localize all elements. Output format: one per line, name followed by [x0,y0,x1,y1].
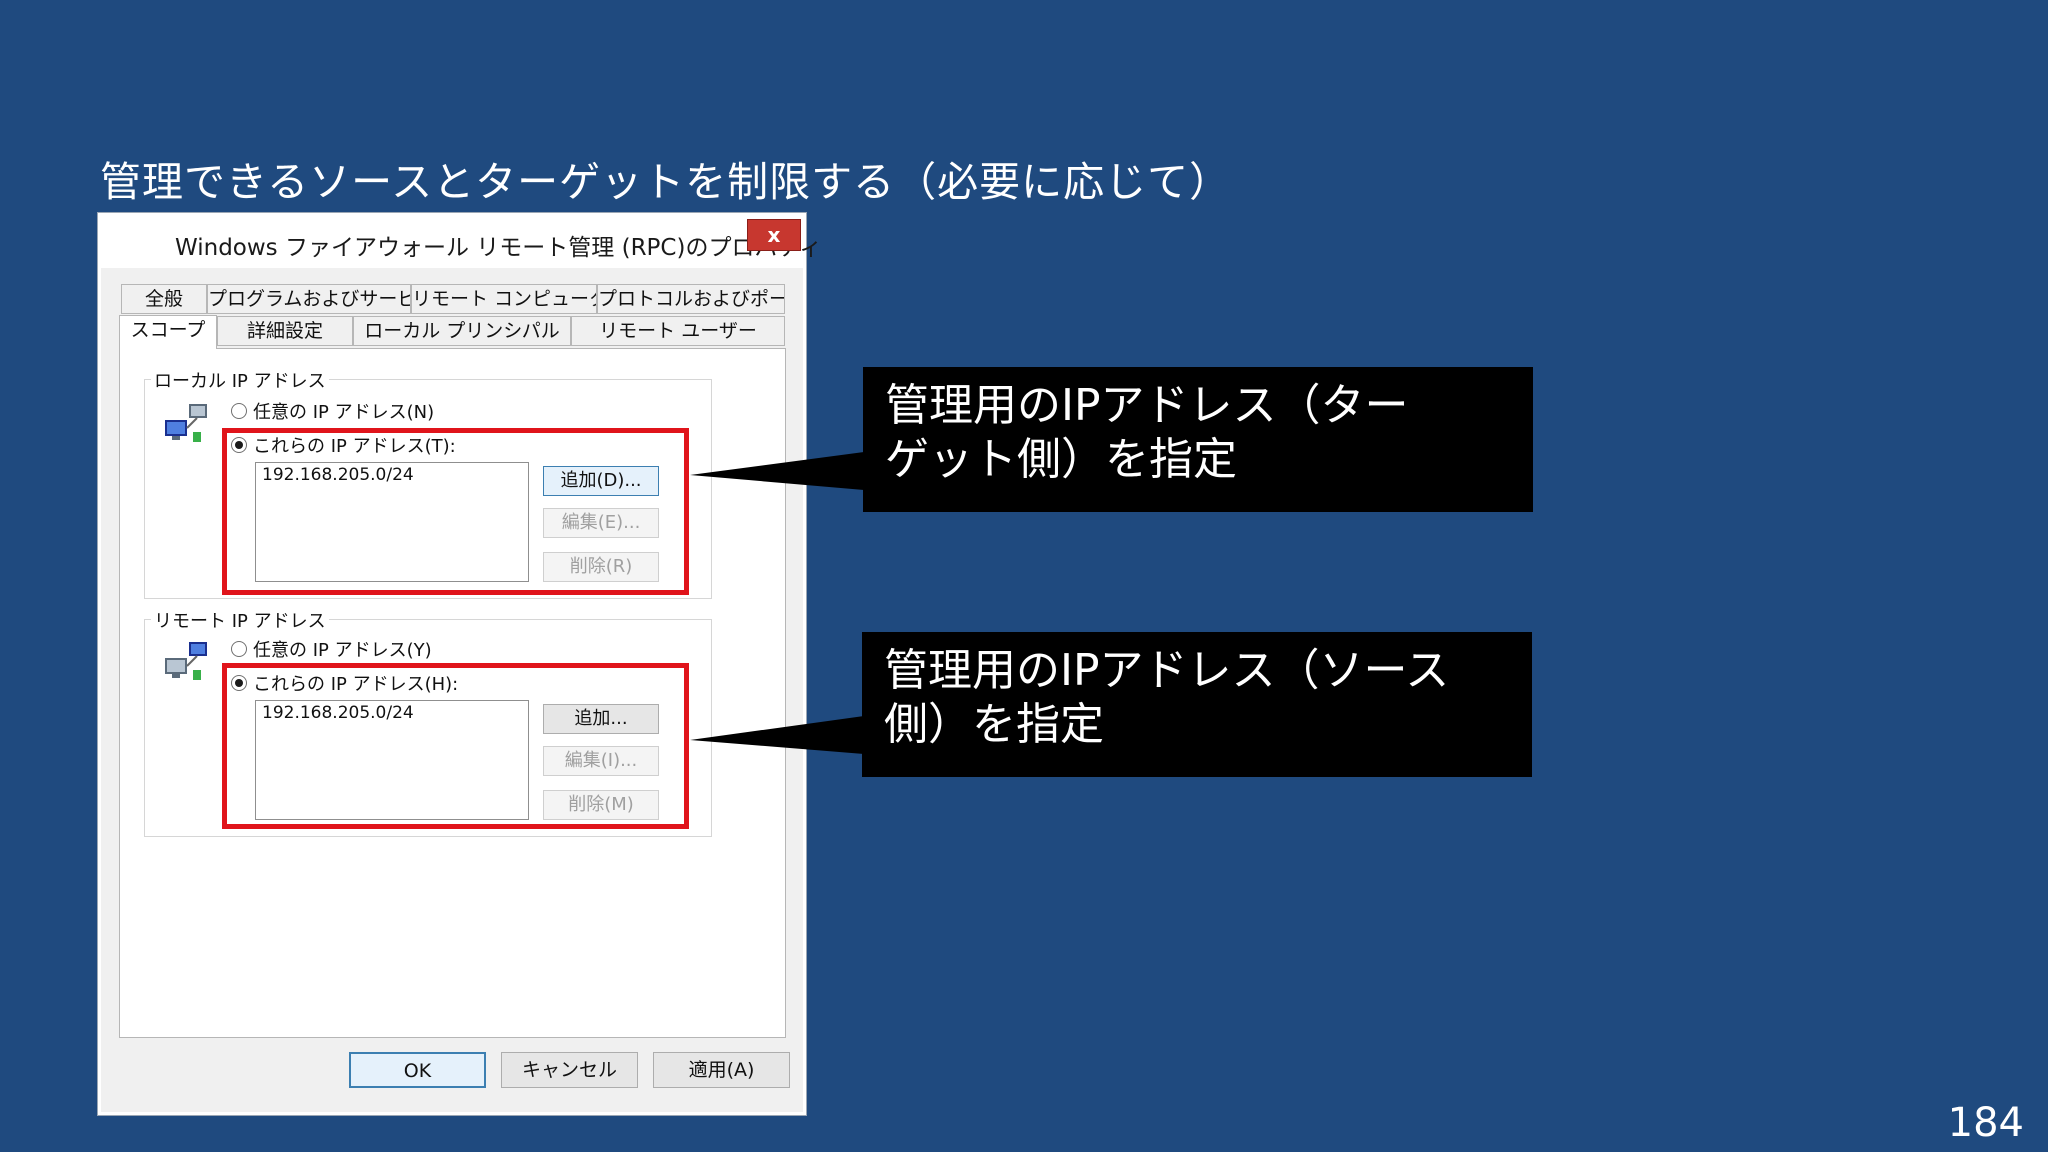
source-callout-line2: 側）を指定 [884,699,1104,750]
target-callout-line2: ゲット側）を指定 [885,434,1237,485]
source-callout-pointer [690,716,864,754]
source-callout-line1: 管理用のIPアドレス（ソース [884,645,1450,696]
target-callout-pointer [690,452,864,490]
target-callout-line1: 管理用のIPアドレス（ター [885,380,1409,431]
target-ip-callout: 管理用のIPアドレス（ター ゲット側）を指定 [863,367,1533,512]
source-ip-callout: 管理用のIPアドレス（ソース 側）を指定 [862,632,1532,777]
page-number: 184 [1947,1100,2024,1146]
callout-pointers [690,452,864,754]
